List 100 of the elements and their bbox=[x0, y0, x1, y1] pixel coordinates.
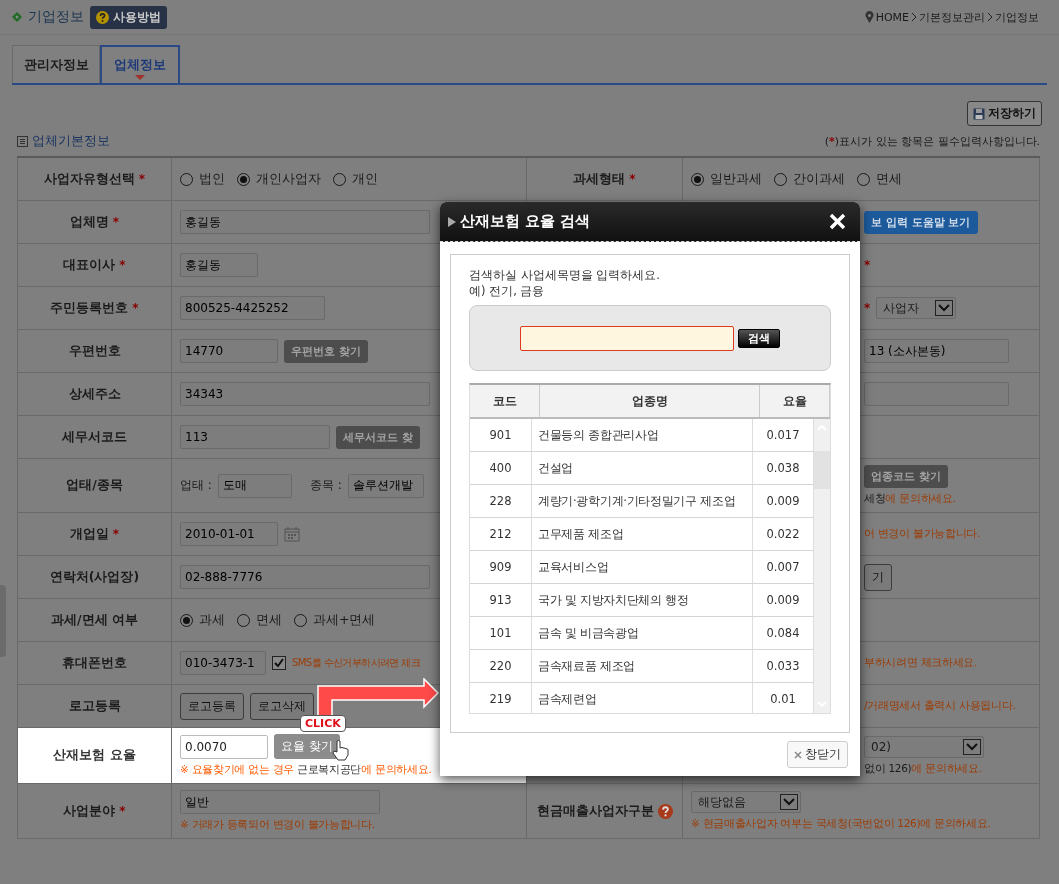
table-cell: 220 bbox=[470, 650, 532, 682]
date-field[interactable]: 2010-01-01 bbox=[180, 522, 278, 546]
click-callout: CLICK bbox=[300, 715, 346, 732]
text-field[interactable]: 도매 bbox=[217, 473, 292, 498]
table-cell: 212 bbox=[470, 518, 532, 550]
text-field[interactable]: 010-3473-1 bbox=[180, 651, 266, 675]
required-mark: * bbox=[119, 258, 126, 272]
help-note: ※ 요율찾기에 없는 경우 근로복지공단에 문의하세요. bbox=[180, 763, 433, 777]
field-label: 업태/종목 bbox=[66, 477, 123, 494]
required-mark: * bbox=[132, 301, 139, 315]
required-mark: * bbox=[629, 172, 636, 186]
help-icon[interactable] bbox=[96, 10, 109, 24]
radio-label: 개인사업자 bbox=[256, 170, 321, 188]
radio-label: 과세+면세 bbox=[313, 611, 376, 629]
dropdown[interactable]: 해당없음 bbox=[691, 791, 801, 813]
field-label: 세무서코드 bbox=[62, 428, 127, 446]
text-field[interactable]: 0.0070 bbox=[180, 734, 268, 759]
checkbox[interactable] bbox=[272, 656, 286, 670]
text-field[interactable]: 113 bbox=[180, 425, 330, 449]
column-header: 코드 bbox=[470, 385, 540, 417]
table-cell: 909 bbox=[470, 551, 532, 583]
tab[interactable]: 관리자정보 bbox=[12, 45, 100, 83]
close-icon bbox=[794, 750, 802, 759]
scrollbar[interactable] bbox=[814, 419, 830, 713]
help-icon[interactable] bbox=[657, 803, 673, 819]
breadcrumb-item[interactable]: 기본정보관리 bbox=[919, 9, 985, 25]
table-cell: 913 bbox=[470, 584, 532, 616]
table-cell: 금속제련업 bbox=[532, 683, 753, 713]
help-note: ※ 현금매출사업자 여부는 국세청(국번없이 126)에 문의하세요. bbox=[691, 817, 992, 831]
field-label: 산재보험 요율 bbox=[53, 747, 136, 764]
field-label: 사업자유형선택 bbox=[43, 170, 135, 188]
triangle-icon bbox=[135, 75, 145, 80]
action-button[interactable]: 우편번호 찾기 bbox=[284, 339, 368, 363]
radio-label: 법인 bbox=[199, 170, 225, 188]
text-field[interactable] bbox=[864, 382, 1009, 406]
action-button[interactable]: 요율 찾기 bbox=[274, 734, 340, 759]
close-icon[interactable] bbox=[829, 213, 846, 230]
field-caption: 종목 : bbox=[309, 477, 342, 494]
help-note: ※ 거래가 등록되어 변경이 불가능합니다. bbox=[180, 818, 376, 832]
radio-label: 개인 bbox=[352, 170, 378, 188]
text-field[interactable]: 일반 bbox=[180, 790, 380, 814]
breadcrumb-item[interactable]: 기업정보 bbox=[995, 9, 1039, 25]
dropdown[interactable]: 사업자 bbox=[876, 297, 957, 319]
field-label: 주민등록번호 bbox=[50, 299, 129, 317]
field-label: 사업분야 bbox=[63, 802, 116, 820]
triangle-icon bbox=[448, 216, 456, 227]
dropdown[interactable]: 02) bbox=[864, 735, 984, 758]
radio-label: 면세 bbox=[256, 611, 282, 629]
column-header: 업종명 bbox=[540, 385, 760, 417]
text-field[interactable]: 34343 bbox=[180, 382, 430, 406]
radio-label: 과세 bbox=[199, 611, 225, 629]
text-field[interactable]: 800525-4425252 bbox=[180, 296, 325, 320]
required-note: (*)표시가 있는 항목은 필수입력사항입니다. bbox=[824, 133, 1040, 149]
required-mark: * bbox=[864, 301, 871, 315]
help-button[interactable]: 사용방법 bbox=[90, 5, 167, 29]
field-label: 로고등록 bbox=[68, 697, 121, 715]
help-note: 없이 126)에 문의하세요. bbox=[864, 761, 983, 776]
example-text: 예) 전기, 금융 bbox=[469, 283, 546, 299]
field-label: 연락처(사업장) bbox=[49, 568, 140, 586]
help-note: 어 변경이 불가능합니다. bbox=[864, 527, 982, 541]
action-button[interactable]: 보 입력 도움말 보기 bbox=[864, 210, 978, 234]
radio-label: 일반과세 bbox=[710, 170, 762, 188]
instruction-text: 검색하실 사업세목명을 입력하세요. bbox=[469, 267, 661, 283]
caret-icon bbox=[963, 738, 981, 755]
field-label: 과세/면세 여부 bbox=[51, 611, 138, 629]
action-button[interactable]: 업종코드 찾기 bbox=[864, 465, 948, 488]
search-button[interactable]: 검색 bbox=[738, 328, 780, 348]
table-cell: 901 bbox=[470, 419, 532, 451]
text-field[interactable]: 13 (소사본동) bbox=[864, 339, 1009, 363]
text-field[interactable]: 02-888-7776 bbox=[180, 565, 430, 589]
caret-icon bbox=[780, 794, 798, 810]
action-button[interactable]: 로고삭제 bbox=[250, 692, 314, 720]
text-field[interactable]: 솔루션개발 bbox=[347, 473, 424, 498]
field-label: 상세주소 bbox=[68, 385, 121, 403]
text-field[interactable]: 홍길동 bbox=[180, 253, 258, 277]
table-cell: 건물등의 종합관리사업 bbox=[532, 419, 753, 451]
hand-cursor-icon bbox=[332, 740, 350, 761]
chevron-icon bbox=[987, 12, 993, 22]
caret-icon bbox=[935, 300, 954, 316]
table-cell: 교육서비스업 bbox=[532, 551, 753, 583]
required-mark: * bbox=[119, 804, 126, 818]
breadcrumb-item[interactable]: HOME bbox=[875, 10, 909, 24]
table-cell: 219 bbox=[470, 683, 532, 713]
save-button[interactable]: 저장하기 bbox=[967, 101, 1042, 126]
required-mark: * bbox=[864, 258, 871, 272]
scroll-thumb[interactable] bbox=[814, 451, 830, 489]
text-field[interactable]: 14770 bbox=[180, 339, 278, 363]
close-button[interactable]: 창닫기 bbox=[787, 741, 848, 768]
action-button[interactable]: 로고등록 bbox=[180, 692, 244, 720]
field-label: 현금매출사업자구분 bbox=[536, 802, 654, 820]
search-field[interactable] bbox=[520, 325, 734, 351]
column-header: 요율 bbox=[760, 385, 830, 417]
table-cell: 건설업 bbox=[532, 452, 753, 484]
text-field[interactable]: 홍길동 bbox=[180, 210, 430, 234]
tab[interactable]: 업체정보 bbox=[100, 45, 180, 83]
table-cell: 금속재료품 제조업 bbox=[532, 650, 753, 682]
location-pin-icon bbox=[864, 11, 874, 23]
action-button[interactable]: 세무서코드 찾 bbox=[336, 425, 420, 449]
page-title: 기업정보 bbox=[28, 8, 84, 26]
action-button[interactable]: 기 bbox=[864, 563, 892, 591]
